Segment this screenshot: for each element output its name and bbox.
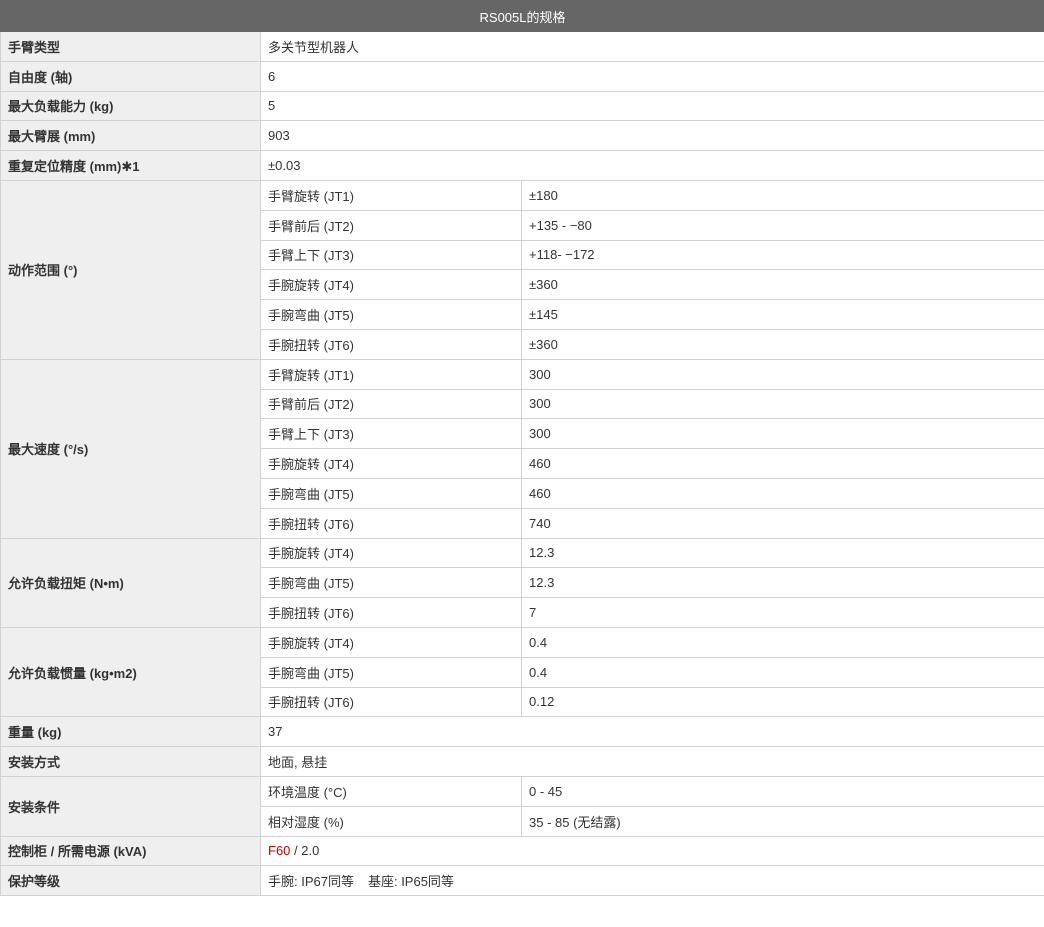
- axis-label: 手腕弯曲 (JT5): [260, 299, 522, 330]
- axis-value: ±180: [520, 179, 1044, 211]
- row-label-reach: 最大臂展 (mm): [0, 120, 261, 152]
- table-row: 安装条件 环境温度 (°C) 0 - 45: [0, 775, 1044, 837]
- axis-label: 手腕扭转 (JT6): [260, 686, 522, 718]
- axis-value: 7: [520, 597, 1044, 628]
- axis-value: 12.3: [520, 567, 1044, 599]
- axis-label: 手腕弯曲 (JT5): [260, 656, 522, 688]
- spec-table: RS005L的规格 手臂类型 多关节型机器人 自由度 (轴) 6 最大负载能力 …: [0, 0, 1044, 897]
- axis-label: 手臂前后 (JT2): [260, 388, 522, 420]
- protection-base: 基座: IP65同等: [367, 874, 454, 890]
- axis-label: 手腕扭转 (JT6): [260, 507, 522, 539]
- axis-value: 12.3: [520, 537, 1044, 569]
- axis-value: ±145: [520, 299, 1044, 330]
- protection-wrist: 手腕: IP67同等: [268, 874, 354, 890]
- row-value-mounting: 地面, 悬挂: [259, 746, 1044, 777]
- axis-label: 手腕扭转 (JT6): [260, 597, 522, 628]
- table-row: 保护等级 手腕: IP67同等 基座: IP65同等: [0, 865, 1044, 897]
- condition-value: 35 - 85 (无结露): [520, 805, 1044, 837]
- axis-label: 手腕弯曲 (JT5): [260, 567, 522, 599]
- row-label-protection: 保护等级: [0, 865, 261, 897]
- row-value-controller: F60 / 2.0: [259, 835, 1044, 867]
- axis-label: 手腕旋转 (JT4): [260, 537, 522, 569]
- table-row: 重量 (kg) 37: [0, 716, 1044, 748]
- group-label-install-conditions: 安装条件: [0, 775, 261, 837]
- axis-label: 手臂旋转 (JT1): [260, 358, 522, 390]
- controller-power: / 2.0: [290, 843, 320, 859]
- condition-label: 环境温度 (°C): [260, 775, 522, 807]
- table-caption-row: RS005L的规格: [0, 0, 1044, 32]
- axis-label: 手臂上下 (JT3): [260, 239, 522, 271]
- table-row: 最大速度 (°/s) 手臂旋转 (JT1) 300: [0, 358, 1044, 539]
- row-value-arm-type: 多关节型机器人: [259, 31, 1044, 62]
- table-row: 安装方式 地面, 悬挂: [0, 746, 1044, 777]
- row-label-controller: 控制柜 / 所需电源 (kVA): [0, 835, 261, 867]
- axis-label: 手腕旋转 (JT4): [260, 448, 522, 479]
- axis-label: 手腕扭转 (JT6): [260, 328, 522, 360]
- axis-label: 手臂前后 (JT2): [260, 209, 522, 241]
- table-row: 动作范围 (°) 手臂旋转 (JT1) ±180: [0, 179, 1044, 360]
- axis-value: ±360: [520, 328, 1044, 360]
- table-row: 手臂类型 多关节型机器人: [0, 31, 1044, 62]
- axis-value: 0.4: [520, 626, 1044, 658]
- row-label-dof: 自由度 (轴): [0, 60, 261, 92]
- axis-value: 460: [520, 477, 1044, 509]
- axis-value: +135 - −80: [520, 209, 1044, 241]
- row-value-protection: 手腕: IP67同等 基座: IP65同等: [259, 865, 1044, 897]
- table-row: 最大负载能力 (kg) 5: [0, 90, 1044, 122]
- axis-value: 0.12: [520, 686, 1044, 718]
- axis-label: 手臂旋转 (JT1): [260, 179, 522, 211]
- table-row: 允许负载惯量 (kg•m2) 手腕旋转 (JT4) 0.4: [0, 626, 1044, 718]
- group-label-max-speed: 最大速度 (°/s): [0, 358, 261, 539]
- row-label-mounting: 安装方式: [0, 746, 261, 777]
- row-value-reach: 903: [259, 120, 1044, 152]
- group-label-motion-range: 动作范围 (°): [0, 179, 261, 360]
- axis-value: 460: [520, 448, 1044, 479]
- table-row: 自由度 (轴) 6: [0, 60, 1044, 92]
- group-label-allowable-inertia: 允许负载惯量 (kg•m2): [0, 626, 261, 718]
- group-label-allowable-torque: 允许负载扭矩 (N•m): [0, 537, 261, 628]
- row-value-dof: 6: [259, 60, 1044, 92]
- table-row: 允许负载扭矩 (N•m) 手腕旋转 (JT4) 12.3: [0, 537, 1044, 628]
- axis-value: 300: [520, 358, 1044, 390]
- axis-value: ±360: [520, 269, 1044, 301]
- axis-label: 手腕旋转 (JT4): [260, 626, 522, 658]
- axis-label: 手臂上下 (JT3): [260, 418, 522, 450]
- condition-label: 相对湿度 (%): [260, 805, 522, 837]
- condition-value: 0 - 45: [520, 775, 1044, 807]
- table-title: RS005L的规格: [0, 0, 1044, 32]
- row-value-repeatability: ±0.03: [259, 150, 1044, 181]
- axis-value: 740: [520, 507, 1044, 539]
- row-label-weight: 重量 (kg): [0, 716, 261, 748]
- row-label-arm-type: 手臂类型: [0, 31, 261, 62]
- axis-value: +118- −172: [520, 239, 1044, 271]
- axis-value: 0.4: [520, 656, 1044, 688]
- row-value-payload: 5: [259, 90, 1044, 122]
- axis-value: 300: [520, 388, 1044, 420]
- table-row: 重复定位精度 (mm)✱1 ±0.03: [0, 150, 1044, 181]
- table-row: 最大臂展 (mm) 903: [0, 120, 1044, 152]
- axis-label: 手腕弯曲 (JT5): [260, 477, 522, 509]
- row-label-payload: 最大负载能力 (kg): [0, 90, 261, 122]
- table-row: 控制柜 / 所需电源 (kVA) F60 / 2.0: [0, 835, 1044, 867]
- axis-value: 300: [520, 418, 1044, 450]
- row-label-repeatability: 重复定位精度 (mm)✱1: [0, 150, 261, 181]
- spec-page: RS005L的规格 手臂类型 多关节型机器人 自由度 (轴) 6 最大负载能力 …: [0, 0, 1044, 897]
- controller-link[interactable]: F60: [268, 843, 290, 858]
- row-value-weight: 37: [259, 716, 1044, 748]
- axis-label: 手腕旋转 (JT4): [260, 269, 522, 301]
